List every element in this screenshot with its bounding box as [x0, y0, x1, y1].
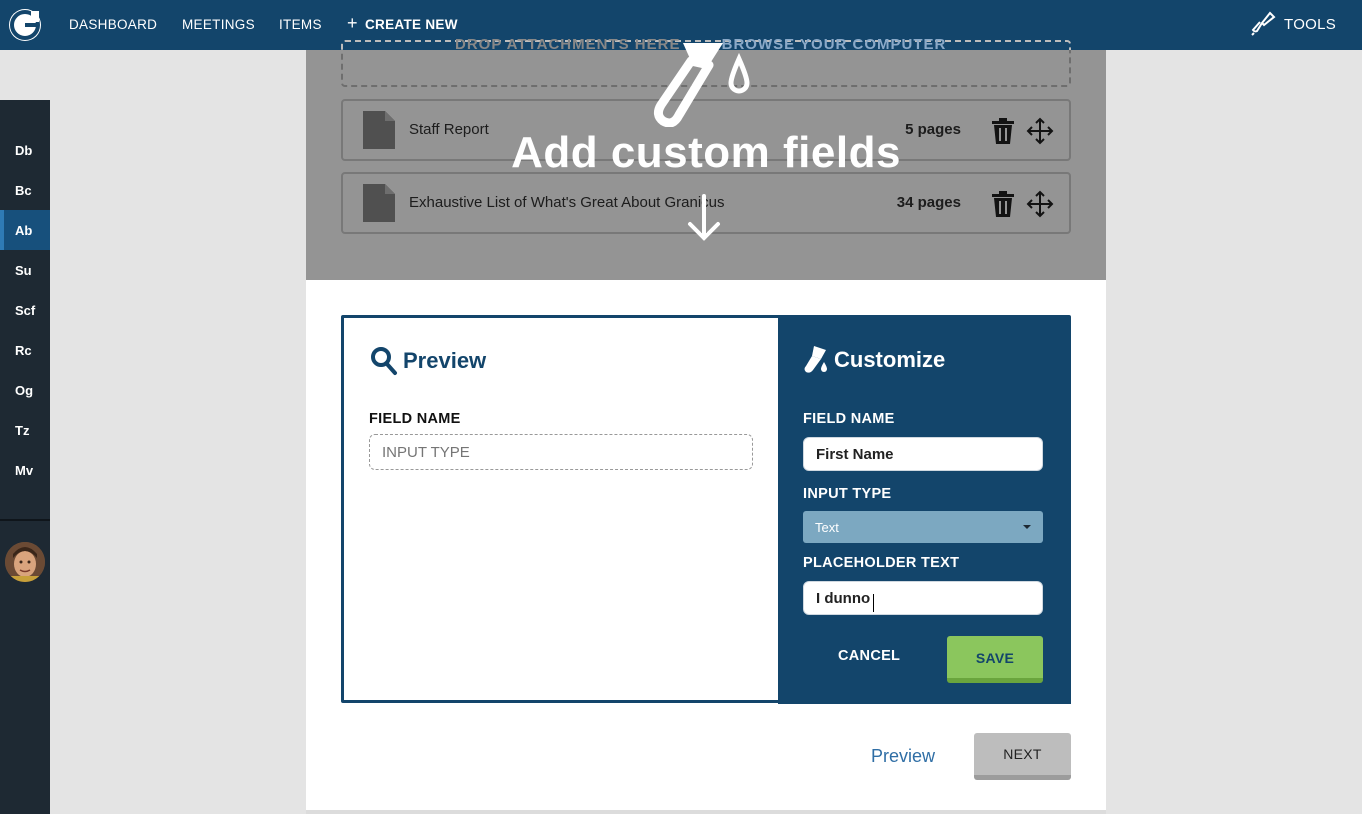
next-button[interactable]: NEXT: [974, 733, 1071, 780]
cancel-button[interactable]: CANCEL: [838, 648, 900, 664]
nav-items[interactable]: ITEMS: [279, 17, 322, 32]
input-type-value: Text: [815, 520, 839, 535]
preview-field-label: FIELD NAME: [369, 411, 461, 427]
sidebar-item-rc[interactable]: Rc: [0, 330, 50, 370]
placeholder-text-value: I dunno: [816, 590, 871, 607]
paintbrush-icon: [804, 346, 828, 380]
sidebar-item-ab[interactable]: Ab: [0, 210, 50, 250]
sidebar-item-tz[interactable]: Tz: [0, 410, 50, 450]
sidebar-item-scf[interactable]: Scf: [0, 290, 50, 330]
field-name-input[interactable]: [803, 437, 1043, 471]
granicus-logo-icon[interactable]: [9, 9, 41, 41]
arrow-down-icon: [686, 194, 722, 247]
placeholder-text-label: PLACEHOLDER TEXT: [803, 555, 960, 571]
caret-down-icon: [1023, 525, 1031, 529]
sidebar-item-db[interactable]: Db: [0, 130, 50, 170]
bottom-divider: [306, 810, 1106, 814]
nav-create-new[interactable]: CREATE NEW: [365, 17, 458, 32]
custom-field-panel: Preview FIELD NAME Customize FIELD NAME …: [341, 315, 1071, 704]
avatar[interactable]: [5, 542, 45, 582]
input-type-select[interactable]: Text: [803, 511, 1043, 543]
sidebar: Db Bc Ab Su Scf Rc Og Tz Mv: [0, 100, 50, 814]
sidebar-divider: [0, 519, 50, 521]
preview-link[interactable]: Preview: [871, 746, 935, 767]
save-button[interactable]: SAVE: [947, 636, 1043, 683]
paintbrush-icon: [651, 43, 761, 132]
field-name-label: FIELD NAME: [803, 411, 895, 427]
nav-meetings[interactable]: MEETINGS: [182, 17, 255, 32]
input-type-label: INPUT TYPE: [803, 486, 892, 502]
sidebar-item-mv[interactable]: Mv: [0, 450, 50, 490]
sidebar-item-bc[interactable]: Bc: [0, 170, 50, 210]
paintbrush-icon[interactable]: [1250, 11, 1276, 42]
customize-section: Customize FIELD NAME INPUT TYPE Text PLA…: [778, 317, 1071, 704]
nav-dashboard[interactable]: DASHBOARD: [69, 17, 157, 32]
sidebar-item-su[interactable]: Su: [0, 250, 50, 290]
nav-tools[interactable]: TOOLS: [1284, 16, 1336, 33]
sidebar-item-og[interactable]: Og: [0, 370, 50, 410]
text-cursor: [873, 594, 874, 612]
plus-icon[interactable]: +: [347, 14, 358, 32]
search-icon: [370, 346, 398, 382]
preview-input[interactable]: [369, 434, 753, 470]
tip-title: Add custom fields: [511, 128, 901, 177]
placeholder-text-input[interactable]: I dunno: [803, 581, 1043, 615]
